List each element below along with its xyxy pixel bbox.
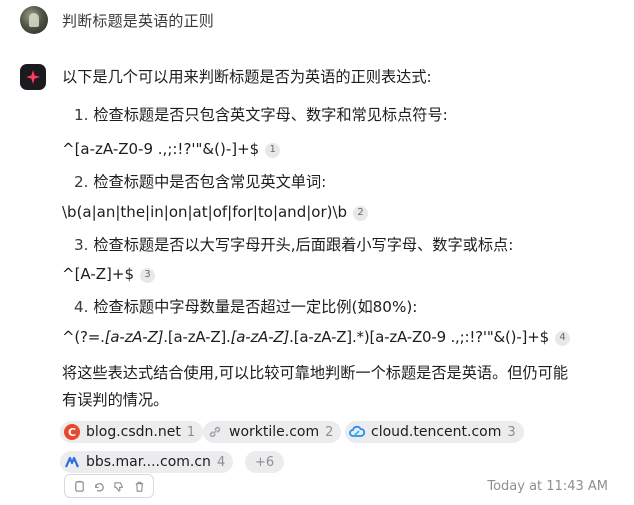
thumbs-down-icon — [113, 481, 123, 492]
regex-part: [a-zA-Z] — [293, 328, 352, 346]
list-item-text: 检查标题是否以大写字母开头,后面跟着小写字母、数字或标点: — [93, 236, 514, 254]
user-message: 判断标题是英语的正则 — [62, 11, 215, 30]
marsdn-icon — [64, 454, 80, 470]
regex-code-4: ^(?=.[a-zA-Z].[a-zA-Z].[a-zA-Z].[a-zA-Z]… — [62, 330, 570, 346]
regenerate-button[interactable] — [89, 476, 109, 496]
refresh-icon — [94, 482, 104, 492]
regex-part-italic: [a-zA-Z] — [104, 328, 164, 346]
message-actions — [64, 474, 154, 498]
dislike-button[interactable] — [109, 476, 129, 496]
csdn-icon: C — [64, 424, 80, 440]
list-item-1: 1. 检查标题是否只包含英文字母、数字和常见标点符号: — [74, 106, 448, 124]
regex-part-italic: [a-zA-Z] — [230, 328, 290, 346]
regex-part: [a-zA-Z] — [167, 328, 227, 346]
message-timestamp: Today at 11:43 AM — [487, 479, 608, 494]
regex-code-1: ^[a-zA-Z0-9 .,;:!?'"&()-]+$ 1 — [62, 140, 281, 158]
list-item-text: 检查标题中字母数量是否超过一定比例(如80%): — [93, 298, 418, 316]
list-item-number: 2. — [74, 173, 89, 191]
source-number: 4 — [216, 454, 226, 470]
regex-text: \b(a|an|the|in|on|at|of|for|to|and|or)\b — [62, 203, 348, 221]
source-number: 1 — [186, 424, 196, 440]
list-item-text: 检查标题中是否包含常见英文单词: — [93, 173, 327, 191]
link-icon — [207, 424, 223, 440]
regex-part: .*)[a-zA-Z0-9 .,;:!?'"&()-]+$ — [351, 328, 549, 346]
regex-code-3: ^[A-Z]+$ 3 — [62, 265, 156, 283]
citation-badge-2[interactable]: 2 — [353, 205, 369, 221]
regex-part: ^(?=. — [62, 328, 105, 346]
list-item-2: 2. 检查标题中是否包含常见英文单词: — [74, 173, 327, 191]
tencent-cloud-icon — [349, 424, 365, 440]
source-label: bbs.mar....com.cn — [86, 454, 211, 470]
regex-code-2: \b(a|an|the|in|on|at|of|for|to|and|or)\b… — [62, 203, 369, 221]
source-chip-csdn[interactable]: C blog.csdn.net 1 — [60, 421, 204, 443]
copy-icon — [74, 480, 84, 492]
list-item-4: 4. 检查标题中字母数量是否超过一定比例(如80%): — [74, 298, 418, 316]
regex-text: ^[a-zA-Z0-9 .,;:!?'"&()-]+$ — [62, 140, 260, 158]
answer-conclusion-line2: 有误判的情况。 — [62, 391, 169, 409]
regex-text: ^[A-Z]+$ — [62, 265, 135, 283]
citation-badge-3[interactable]: 3 — [140, 267, 156, 283]
source-number: 3 — [507, 424, 516, 440]
trash-icon — [135, 481, 143, 492]
answer-conclusion-line1: 将这些表达式结合使用,可以比较可靠地判断一个标题是否是英语。但仍可能 — [62, 364, 569, 382]
assistant-sparkle-icon — [20, 64, 46, 90]
source-chip-bbs[interactable]: bbs.mar....com.cn 4 — [60, 451, 234, 473]
list-item-number: 4. — [74, 298, 89, 316]
user-message-row: 判断标题是英语的正则 — [20, 6, 214, 34]
copy-button[interactable] — [69, 476, 89, 496]
source-label: blog.csdn.net — [86, 424, 181, 440]
list-item-number: 3. — [74, 236, 89, 254]
answer-intro: 以下是几个可以用来判断标题是否为英语的正则表达式: — [62, 68, 432, 86]
source-number: 2 — [325, 424, 334, 440]
list-item-number: 1. — [74, 106, 89, 124]
list-item-3: 3. 检查标题是否以大写字母开头,后面跟着小写字母、数字或标点: — [74, 236, 514, 254]
source-label: cloud.tencent.com — [371, 424, 502, 440]
source-chip-worktile[interactable]: worktile.com 2 — [203, 421, 342, 443]
citation-badge-4[interactable]: 4 — [554, 330, 570, 346]
citation-badge-1[interactable]: 1 — [265, 142, 281, 158]
source-label: worktile.com — [229, 424, 320, 440]
list-item-text: 检查标题是否只包含英文字母、数字和常见标点符号: — [93, 106, 448, 124]
delete-button[interactable] — [129, 476, 149, 496]
more-sources-button[interactable]: +6 — [245, 451, 285, 473]
user-avatar — [20, 6, 48, 34]
source-chip-tencent[interactable]: cloud.tencent.com 3 — [345, 421, 524, 443]
